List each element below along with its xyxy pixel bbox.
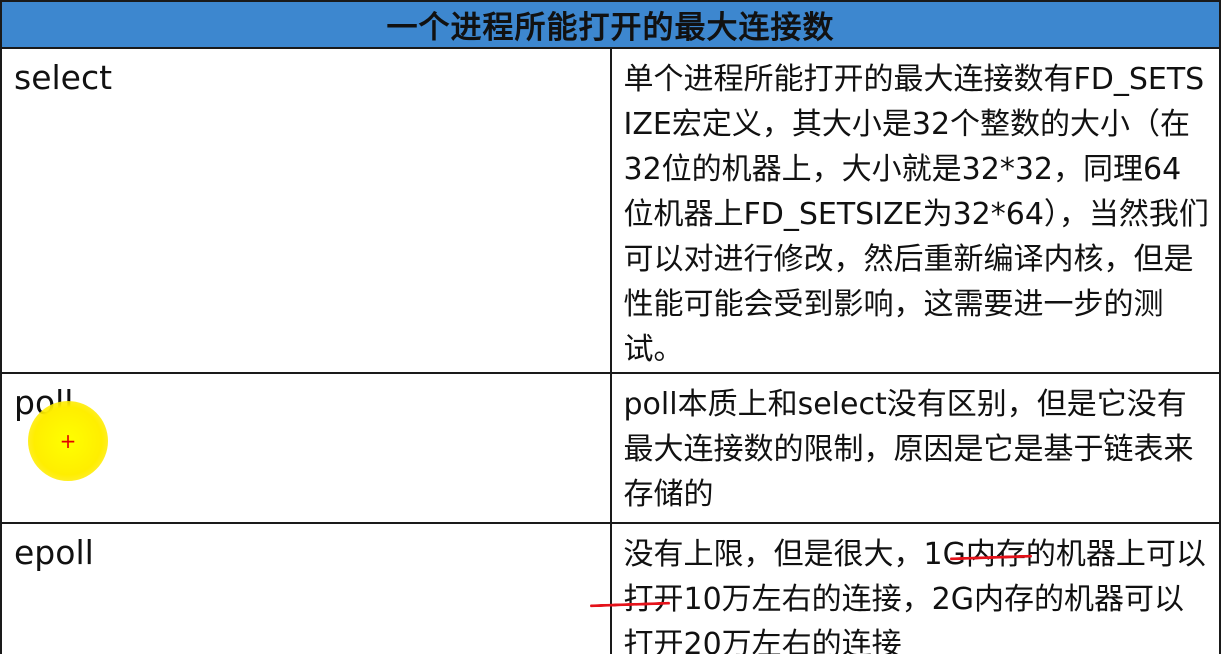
comparison-table: 一个进程所能打开的最大连接数 select 单个进程所能打开的最大连接数有FD_…	[0, 0, 1221, 654]
row-desc-poll: poll本质上和select没有区别，但是它没有最大连接数的限制，原因是它是基于…	[609, 372, 1221, 524]
row-desc-epoll: 没有上限，但是很大，1G内存的机器上可以打开10万左右的连接，2G内存的机器可以…	[609, 522, 1221, 654]
table-row: poll poll本质上和select没有区别，但是它没有最大连接数的限制，原因…	[0, 372, 1221, 524]
table-row: select 单个进程所能打开的最大连接数有FD_SETSIZE宏定义，其大小是…	[0, 47, 1221, 374]
row-desc-select: 单个进程所能打开的最大连接数有FD_SETSIZE宏定义，其大小是32个整数的大…	[609, 47, 1221, 374]
row-name-select: select	[0, 47, 612, 374]
slide: 一个进程所能打开的最大连接数 select 单个进程所能打开的最大连接数有FD_…	[0, 0, 1223, 654]
crosshair-icon: +	[59, 429, 77, 453]
row-name-epoll: epoll	[0, 522, 612, 654]
table-title: 一个进程所能打开的最大连接数	[0, 0, 1221, 49]
cursor-highlight-icon: +	[28, 401, 108, 481]
table-row: epoll 没有上限，但是很大，1G内存的机器上可以打开10万左右的连接，2G内…	[0, 522, 1221, 654]
